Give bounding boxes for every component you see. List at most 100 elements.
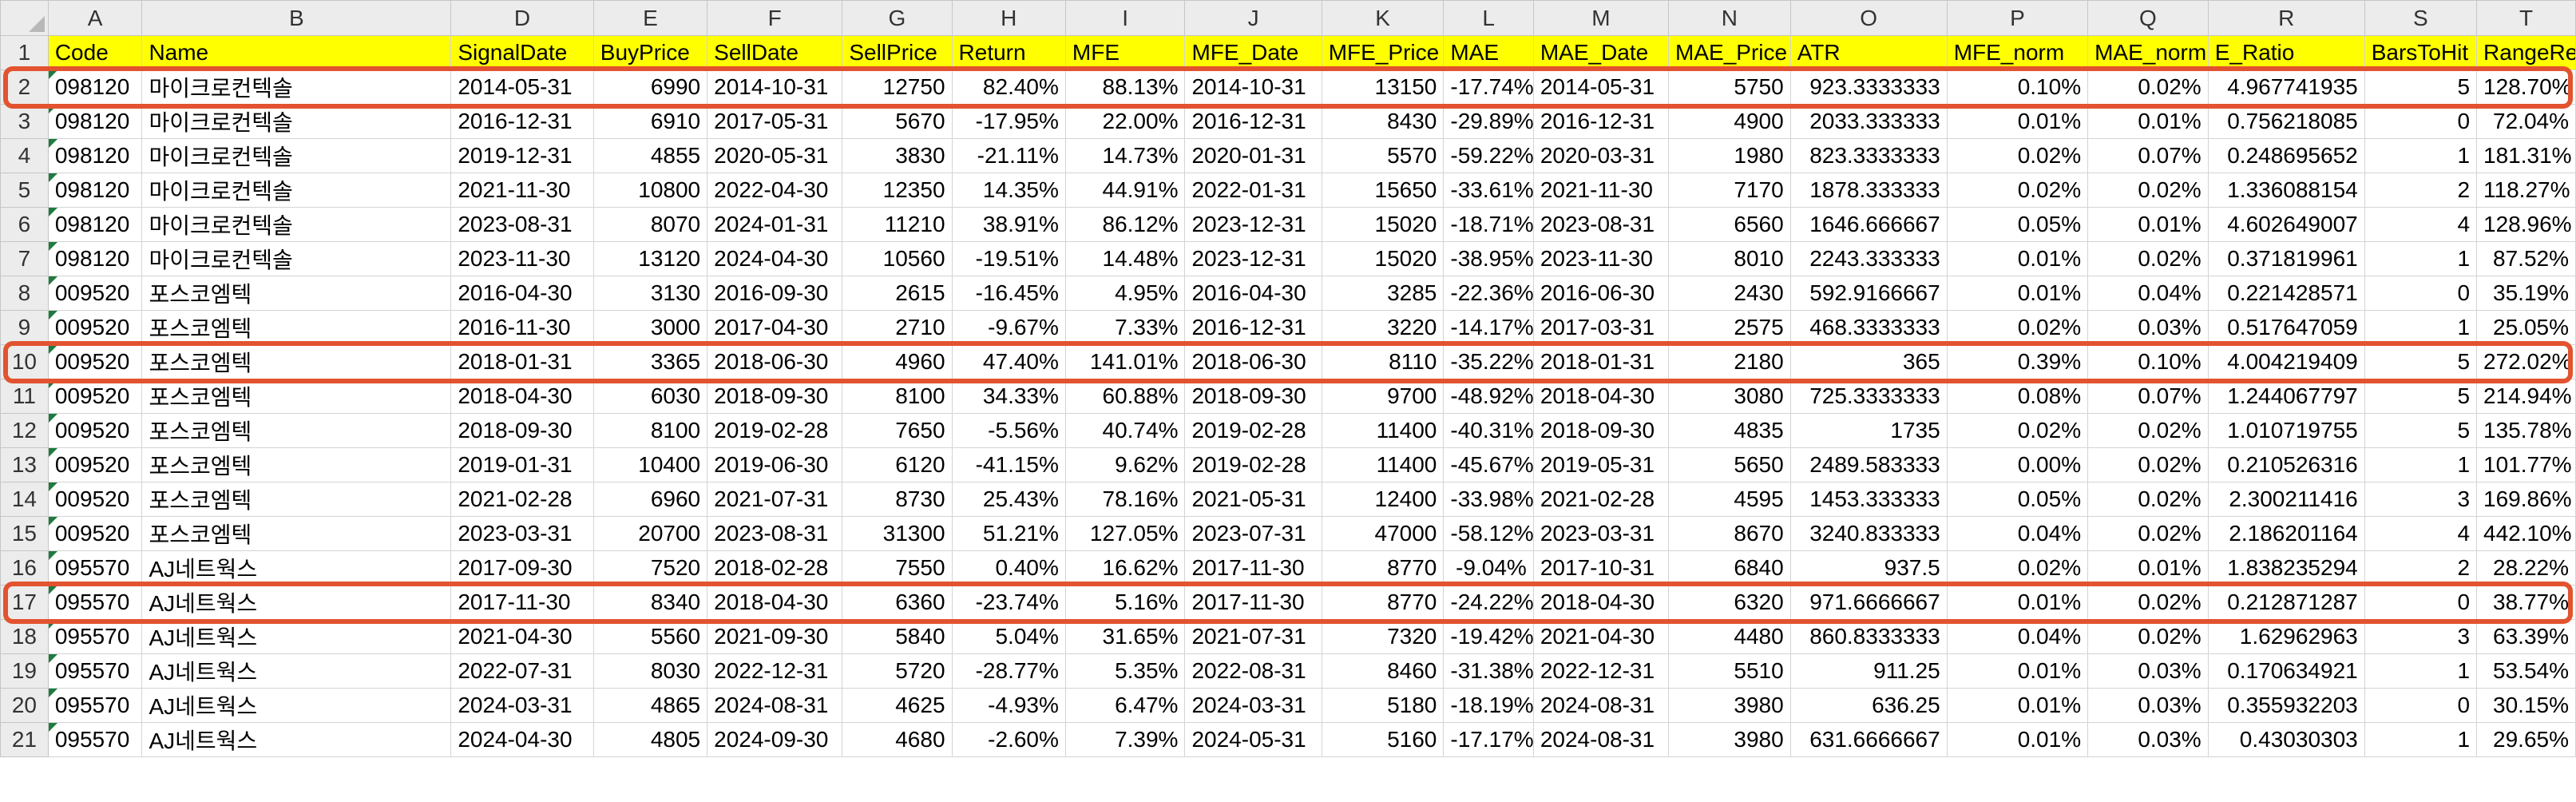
table-cell[interactable]: 5.16%	[1064, 585, 1186, 620]
table-cell[interactable]: 4595	[1668, 482, 1791, 517]
table-cell[interactable]: 098120	[47, 104, 143, 139]
table-cell[interactable]: 3980	[1668, 688, 1791, 723]
table-cell[interactable]: -16.45%	[951, 276, 1066, 311]
table-cell[interactable]: 0.371819961	[2207, 241, 2365, 276]
table-cell[interactable]: 101.77%	[2476, 447, 2576, 482]
column-header-j[interactable]: J	[1184, 0, 1322, 36]
table-cell[interactable]: 2017-03-31	[1532, 310, 1670, 345]
header-cell-mfe-norm[interactable]: MFE_norm	[1946, 35, 2089, 70]
table-cell[interactable]: 1646.666667	[1789, 207, 1948, 242]
header-cell-name[interactable]: Name	[141, 35, 452, 70]
table-cell[interactable]: 592.9166667	[1789, 276, 1948, 311]
table-cell[interactable]: 0.08%	[1946, 379, 2089, 414]
table-cell[interactable]: 60.88%	[1064, 379, 1186, 414]
table-cell[interactable]: 44.91%	[1064, 173, 1186, 208]
table-cell[interactable]: 0.170634921	[2207, 653, 2365, 689]
table-cell[interactable]: 4	[2364, 516, 2478, 551]
table-cell[interactable]: 128.70%	[2476, 69, 2576, 105]
table-cell[interactable]: 0.02%	[1946, 173, 2089, 208]
table-cell[interactable]: 1980	[1668, 138, 1791, 173]
table-cell[interactable]: 0.39%	[1946, 344, 2089, 379]
table-cell[interactable]: 2021-02-28	[1532, 482, 1670, 517]
table-cell[interactable]: 마이크로컨텍솔	[141, 69, 452, 105]
table-cell[interactable]: 2021-05-31	[1184, 482, 1322, 517]
table-cell[interactable]: 마이크로컨텍솔	[141, 241, 452, 276]
table-cell[interactable]: -9.67%	[951, 310, 1066, 345]
table-cell[interactable]: 2017-10-31	[1532, 550, 1670, 586]
table-cell[interactable]: -40.31%	[1443, 413, 1534, 448]
row-number[interactable]: 10	[0, 344, 49, 379]
row-number[interactable]: 4	[0, 138, 49, 173]
table-cell[interactable]: 5	[2364, 379, 2478, 414]
table-cell[interactable]: 12400	[1321, 482, 1445, 517]
table-cell[interactable]: 6320	[1668, 585, 1791, 620]
table-cell[interactable]: 마이크로컨텍솔	[141, 207, 452, 242]
row-number[interactable]: 3	[0, 104, 49, 139]
table-cell[interactable]: 0.04%	[1946, 516, 2089, 551]
table-cell[interactable]: 141.01%	[1064, 344, 1186, 379]
table-cell[interactable]: 2430	[1668, 276, 1791, 311]
table-cell[interactable]: 0.03%	[2087, 722, 2209, 757]
column-header-g[interactable]: G	[842, 0, 953, 36]
table-cell[interactable]: 8100	[842, 379, 953, 414]
table-cell[interactable]: 2016-04-30	[450, 276, 594, 311]
header-cell-mae-price[interactable]: MAE_Price	[1668, 35, 1791, 70]
table-cell[interactable]: 8460	[1321, 653, 1445, 689]
table-cell[interactable]: 5.04%	[951, 619, 1066, 654]
table-cell[interactable]: 2017-05-31	[707, 104, 843, 139]
table-cell[interactable]: 2243.333333	[1789, 241, 1948, 276]
table-cell[interactable]: 14.48%	[1064, 241, 1186, 276]
table-cell[interactable]: 6030	[592, 379, 708, 414]
table-cell[interactable]: 0.756218085	[2207, 104, 2365, 139]
table-cell[interactable]: 포스코엠텍	[141, 516, 452, 551]
table-cell[interactable]: 6360	[842, 585, 953, 620]
row-number[interactable]: 2	[0, 69, 49, 105]
table-cell[interactable]: 2	[2364, 173, 2478, 208]
row-number[interactable]: 7	[0, 241, 49, 276]
table-cell[interactable]: 0.355932203	[2207, 688, 2365, 723]
table-cell[interactable]: 포스코엠텍	[141, 276, 452, 311]
header-cell-code[interactable]: Code	[47, 35, 143, 70]
row-number[interactable]: 8	[0, 276, 49, 311]
table-cell[interactable]: 2019-02-28	[707, 413, 843, 448]
table-cell[interactable]: AJ네트웍스	[141, 550, 452, 586]
column-header-p[interactable]: P	[1946, 0, 2089, 36]
table-cell[interactable]: -19.51%	[951, 241, 1066, 276]
table-cell[interactable]: 포스코엠텍	[141, 413, 452, 448]
table-cell[interactable]: 0.03%	[2087, 688, 2209, 723]
header-cell-selldate[interactable]: SellDate	[707, 35, 843, 70]
header-cell-mae[interactable]: MAE	[1443, 35, 1534, 70]
table-cell[interactable]: 8100	[592, 413, 708, 448]
column-header-o[interactable]: O	[1789, 0, 1948, 36]
column-header-h[interactable]: H	[951, 0, 1066, 36]
table-cell[interactable]: -33.61%	[1443, 173, 1534, 208]
row-number[interactable]: 13	[0, 447, 49, 482]
table-cell[interactable]: 0	[2364, 104, 2478, 139]
table-cell[interactable]: 2024-04-30	[707, 241, 843, 276]
row-number[interactable]: 19	[0, 653, 49, 689]
table-cell[interactable]: 8010	[1668, 241, 1791, 276]
table-cell[interactable]: 72.04%	[2476, 104, 2576, 139]
table-cell[interactable]: 2018-06-30	[1184, 344, 1322, 379]
table-cell[interactable]: 10560	[842, 241, 953, 276]
table-cell[interactable]: 365	[1789, 344, 1948, 379]
table-cell[interactable]: 009520	[47, 516, 143, 551]
table-cell[interactable]: 8670	[1668, 516, 1791, 551]
table-cell[interactable]: 095570	[47, 550, 143, 586]
table-cell[interactable]: 6840	[1668, 550, 1791, 586]
table-cell[interactable]: 0.04%	[1946, 619, 2089, 654]
table-cell[interactable]: AJ네트웍스	[141, 688, 452, 723]
table-cell[interactable]: AJ네트웍스	[141, 619, 452, 654]
table-cell[interactable]: 118.27%	[2476, 173, 2576, 208]
table-cell[interactable]: 725.3333333	[1789, 379, 1948, 414]
header-cell-barstohit[interactable]: BarsToHit	[2364, 35, 2478, 70]
table-cell[interactable]: 2022-07-31	[450, 653, 594, 689]
table-cell[interactable]: 4.95%	[1064, 276, 1186, 311]
table-cell[interactable]: 2017-11-30	[1184, 585, 1322, 620]
table-cell[interactable]: -59.22%	[1443, 138, 1534, 173]
table-cell[interactable]: 6960	[592, 482, 708, 517]
table-cell[interactable]: 8070	[592, 207, 708, 242]
table-cell[interactable]: 8770	[1321, 585, 1445, 620]
table-cell[interactable]: 2014-05-31	[450, 69, 594, 105]
table-cell[interactable]: 4	[2364, 207, 2478, 242]
